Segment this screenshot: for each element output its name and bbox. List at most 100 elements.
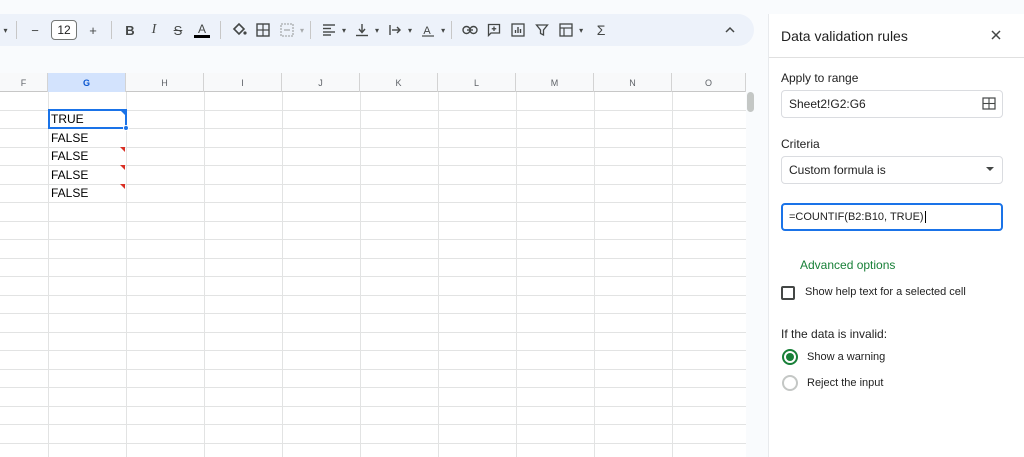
chevron-up-icon[interactable] [718,18,742,42]
toolbar-divider [220,21,221,39]
close-icon[interactable] [987,26,1005,44]
validation-flag [120,184,125,189]
caret-down-icon: ▾ [300,25,305,35]
grid-line [0,147,746,148]
borders-icon[interactable] [251,18,275,42]
column-header-o[interactable]: O [672,73,746,92]
caret-down-icon: ▾ [441,25,446,35]
column-header-l[interactable]: L [438,73,516,92]
column-header-f[interactable]: F [0,73,48,92]
grid-line [0,202,746,203]
column-header-h[interactable]: H [126,73,204,92]
svg-text:A: A [423,25,431,37]
grid-line [0,424,746,425]
cell-g6[interactable]: FALSE [51,186,88,200]
invalid-data-label: If the data is invalid: [781,327,888,341]
cell-g3[interactable]: FALSE [51,131,88,145]
column-header-m[interactable]: M [516,73,594,92]
fill-handle[interactable] [123,125,129,131]
reject-input-radio[interactable] [782,375,798,391]
reject-input-label: Reject the input [807,377,884,389]
grid-line [0,332,746,333]
column-header-k[interactable]: K [360,73,438,92]
column-header-j[interactable]: J [282,73,360,92]
column-header-row: F G H I J K L M N O [0,73,746,92]
grid-line [0,369,746,370]
spreadsheet-grid[interactable]: F G H I J K L M N O TRUE FALSE FALSE FAL… [0,73,746,457]
grid-line [0,239,746,240]
grid-line [0,313,746,314]
text-rotation-button[interactable]: A ▾ [416,18,445,42]
horizontal-align-button[interactable]: ▾ [317,18,346,42]
caret-down-icon[interactable]: ▾ [0,18,10,42]
validation-flag [120,147,125,152]
filter-views-icon [554,18,578,42]
toolbar-divider [310,21,312,39]
toolbar: ▾ − 12 + B I S A ▾ ▾ ▾ ▾ A ▾ ▾ Σ [0,14,754,46]
merge-cells-icon [275,18,299,42]
column-header-n[interactable]: N [594,73,672,92]
grid-line [0,221,746,222]
caret-down-icon: ▾ [342,25,347,35]
range-input[interactable]: Sheet2!G2:G6 [781,90,1003,118]
fill-color-icon[interactable] [227,18,251,42]
criteria-dropdown[interactable]: Custom formula is [781,156,1003,184]
text-wrap-button[interactable]: ▾ [383,18,412,42]
grid-line [0,350,746,351]
grid-line [0,387,746,388]
grid-line [0,295,746,296]
italic-icon[interactable]: I [142,18,166,42]
column-header-g[interactable]: G [48,73,126,92]
data-validation-panel: Data validation rules Apply to range She… [768,14,1024,457]
vertical-align-button[interactable]: ▾ [350,18,379,42]
select-range-icon[interactable] [982,97,996,113]
advanced-options-link[interactable]: Advanced options [800,258,895,272]
formula-input[interactable]: =COUNTIF(B2:B10, TRUE) [781,203,1003,231]
align-bottom-icon [350,18,374,42]
panel-divider [769,57,1024,58]
show-warning-radio[interactable] [782,349,798,365]
font-size-input[interactable]: 12 [51,20,77,40]
toolbar-divider [451,21,453,39]
panel-title: Data validation rules [781,28,908,44]
show-warning-label: Show a warning [807,351,886,363]
formula-value: =COUNTIF(B2:B10, TRUE) [789,211,924,223]
vertical-scrollbar-thumb[interactable] [747,92,754,112]
functions-icon[interactable]: Σ [589,18,613,42]
text-cursor [924,211,926,223]
cell-g4[interactable]: FALSE [51,149,88,163]
column-header-i[interactable]: I [204,73,282,92]
svg-text:A: A [198,22,206,36]
caret-down-icon: ▾ [375,25,380,35]
bold-icon[interactable]: B [118,18,142,42]
grid-line [0,165,746,166]
help-text-checkbox[interactable] [781,286,795,300]
decrease-font-size-button[interactable]: − [23,18,47,42]
link-icon[interactable] [458,18,482,42]
toolbar-divider [16,21,17,39]
criteria-label: Criteria [781,137,820,151]
filter-icon[interactable] [530,18,554,42]
grid-line [0,406,746,407]
comment-icon[interactable] [482,18,506,42]
selection-outline [48,109,127,129]
help-text-label: Show help text for a selected cell [805,286,966,298]
criteria-value: Custom formula is [789,163,886,177]
text-wrap-icon [383,18,407,42]
increase-font-size-button[interactable]: + [81,18,105,42]
grid-line [0,184,746,185]
caret-down-icon: ▾ [579,25,584,35]
validation-flag [120,165,125,170]
merge-cells-button[interactable]: ▾ [275,18,304,42]
grid-line [0,258,746,259]
cell-g5[interactable]: FALSE [51,168,88,182]
caret-down-icon [986,167,994,171]
strikethrough-icon[interactable]: S [166,18,190,42]
grid-line [0,443,746,444]
filter-views-button[interactable]: ▾ [554,18,583,42]
caret-down-icon: ▾ [408,25,413,35]
grid-line [0,276,746,277]
apply-to-range-label: Apply to range [781,71,859,85]
text-color-icon[interactable]: A [190,18,214,42]
chart-icon[interactable] [506,18,530,42]
